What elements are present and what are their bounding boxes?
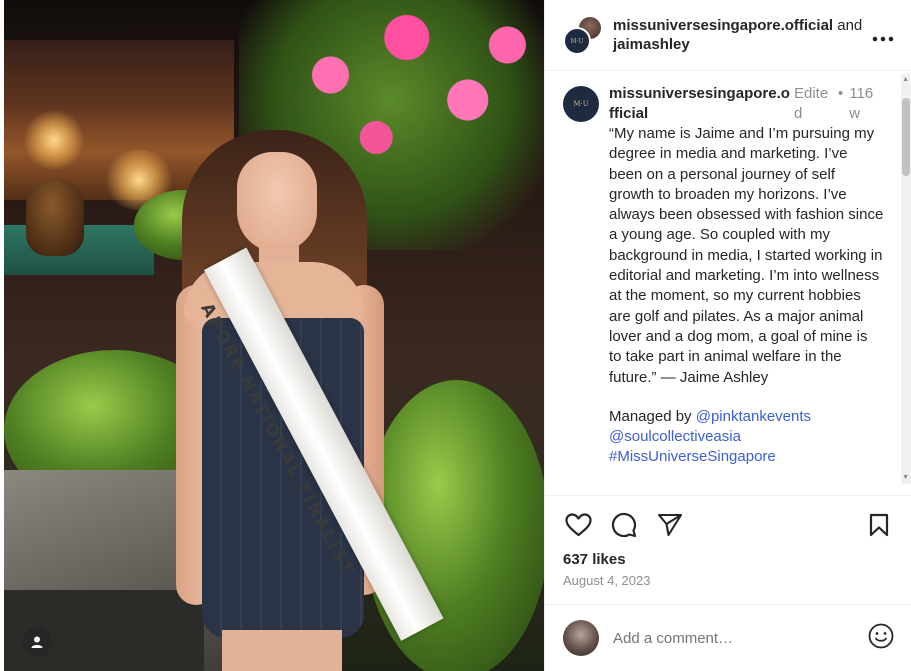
author-link[interactable]: missuniversesingapore.official — [613, 17, 833, 34]
more-horizontal-icon — [872, 36, 894, 42]
managed-label: Managed by — [609, 407, 696, 425]
likes-count[interactable]: 637 likes — [563, 551, 894, 568]
tagged-users-button[interactable] — [22, 627, 52, 657]
edited-label: Edited — [794, 85, 829, 122]
comment-button[interactable] — [609, 510, 639, 540]
caption-text: “My name is Jaime and I’m pursuing my de… — [609, 125, 884, 386]
mention-link[interactable]: @soulcollectiveasia — [609, 428, 741, 445]
caption-managed: Managed by @pinktankevents @soulcollecti… — [609, 407, 884, 468]
bookmark-icon — [869, 513, 889, 537]
mention-link[interactable]: @pinktankevents — [696, 408, 811, 425]
emoji-button[interactable] — [868, 623, 894, 654]
post-side-panel: M·U missuniversesingapore.official and j… — [544, 0, 911, 671]
authors-joiner: and — [833, 17, 863, 34]
caption: M·U missuniversesingapore.official Edite… — [563, 84, 894, 468]
post-header: M·U missuniversesingapore.official and j… — [545, 0, 911, 71]
scroll-down-arrow-icon[interactable]: ▼ — [902, 474, 909, 481]
comment-icon — [611, 512, 637, 538]
avatar[interactable]: M·U — [563, 86, 599, 122]
scrollbar-thumb[interactable] — [902, 98, 910, 176]
avatar: M·U — [563, 27, 591, 55]
user-icon — [31, 636, 43, 648]
post-authors: missuniversesingapore.official and jaima… — [613, 16, 871, 54]
post-photo[interactable]: APORE NATIONAL FINALIST — [4, 0, 544, 671]
person-face — [237, 152, 317, 252]
hashtag-link[interactable]: #MissUniverseSingapore — [609, 448, 776, 465]
meta-separator: • — [838, 85, 844, 102]
avatar — [563, 620, 599, 656]
heart-icon — [564, 513, 592, 537]
share-button[interactable] — [655, 510, 685, 540]
post-date[interactable]: August 4, 2023 — [563, 573, 894, 588]
more-options-button[interactable] — [871, 22, 895, 48]
scroll-up-arrow-icon[interactable]: ▲ — [902, 76, 909, 83]
share-icon — [657, 513, 683, 537]
collab-avatars[interactable]: M·U — [563, 15, 603, 55]
save-button[interactable] — [864, 510, 894, 540]
post-age[interactable]: 116w — [849, 84, 879, 124]
like-button[interactable] — [563, 510, 593, 540]
person-legs — [222, 630, 342, 671]
urn — [26, 178, 84, 256]
caption-scroll-area[interactable]: M·U missuniversesingapore.official Edite… — [545, 72, 911, 494]
post-actions: 637 likes August 4, 2023 — [545, 495, 911, 588]
comment-input[interactable] — [613, 623, 868, 653]
caption-username[interactable]: missuniversesingapore.official — [609, 84, 794, 124]
comment-bar — [545, 604, 911, 671]
emoji-icon — [868, 623, 894, 648]
lamp-light — [24, 110, 84, 170]
author-link[interactable]: jaimashley — [613, 36, 690, 53]
